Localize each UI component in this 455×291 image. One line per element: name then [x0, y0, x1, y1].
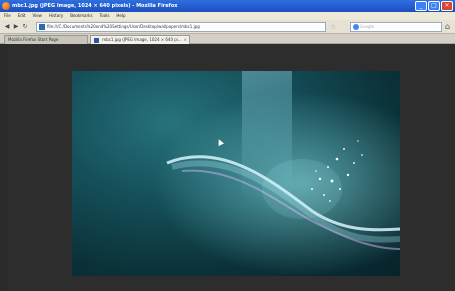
back-button[interactable]: ◀ — [3, 23, 11, 31]
home-icon[interactable]: ⌂ — [445, 22, 450, 32]
page-content — [8, 44, 455, 291]
browser-window: mbc1.jpg (JPEG Image, 1024 × 640 pixels)… — [0, 0, 455, 291]
tab-image[interactable]: mbc1.jpg (JPEG Image, 1024 × 640 pi... × — [90, 35, 190, 44]
menu-file[interactable]: File — [4, 12, 11, 20]
menu-tools[interactable]: Tools — [100, 12, 110, 20]
window-controls: _ □ × — [415, 1, 453, 11]
menu-bookmarks[interactable]: Bookmarks — [70, 12, 92, 20]
close-button[interactable]: × — [441, 1, 453, 11]
menu-edit[interactable]: Edit — [18, 12, 26, 20]
menu-view[interactable]: View — [32, 12, 42, 20]
bookmark-star-icon[interactable]: ☆ — [330, 23, 336, 31]
minimize-button[interactable]: _ — [415, 1, 427, 11]
tab-label: Mozilla Firefox Start Page — [8, 37, 59, 42]
menu-help[interactable]: Help — [116, 12, 125, 20]
tab-close-icon[interactable]: × — [184, 36, 187, 44]
tab-start-page[interactable]: Mozilla Firefox Start Page — [4, 35, 88, 44]
window-title: mbc1.jpg (JPEG Image, 1024 × 640 pixels)… — [12, 3, 178, 9]
address-bar[interactable]: file:///C:/Documents%20and%20Settings/Us… — [36, 22, 326, 32]
forward-button[interactable]: ▶ — [12, 23, 20, 31]
reload-button[interactable]: ↻ — [21, 23, 29, 31]
firefox-icon — [2, 2, 10, 10]
menu-bar: File Edit View History Bookmarks Tools H… — [0, 12, 455, 20]
tab-bar: Mozilla Firefox Start Page mbc1.jpg (JPE… — [0, 34, 455, 44]
google-icon — [353, 24, 359, 30]
menu-history[interactable]: History — [49, 12, 63, 20]
page-favicon-icon — [39, 24, 45, 30]
navigation-toolbar: ◀ ▶ ↻ file:///C:/Documents%20and%20Setti… — [0, 20, 455, 34]
search-input[interactable]: Google — [350, 22, 442, 32]
image-tab-icon — [94, 37, 99, 43]
search-placeholder: Google — [360, 24, 375, 29]
title-bar[interactable]: mbc1.jpg (JPEG Image, 1024 × 640 pixels)… — [0, 0, 455, 12]
maximize-button[interactable]: □ — [428, 1, 440, 11]
url-text: file:///C:/Documents%20and%20Settings/Us… — [47, 24, 200, 29]
wallpaper-image[interactable] — [72, 71, 400, 276]
tab-label: mbc1.jpg (JPEG Image, 1024 × 640 pi... — [102, 37, 182, 42]
